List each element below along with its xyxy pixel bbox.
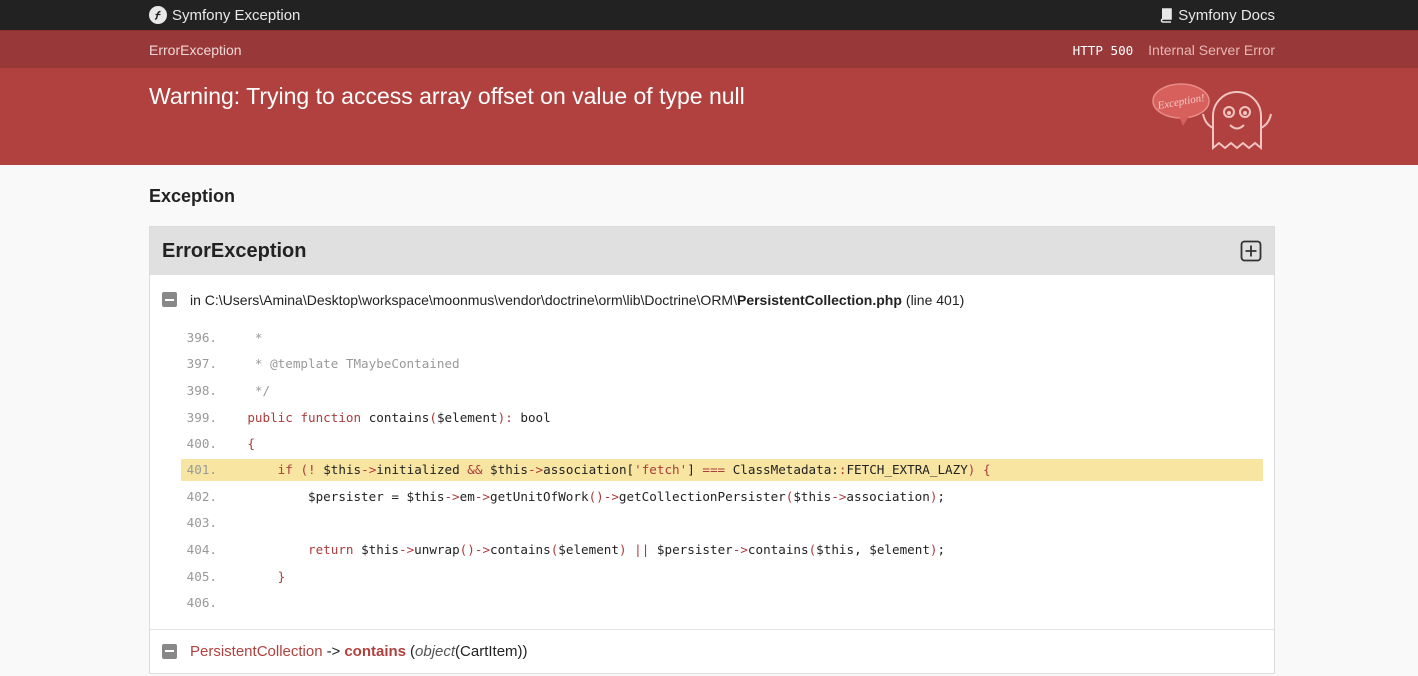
line-number: 406. bbox=[186, 595, 217, 611]
line-number: 403. bbox=[186, 515, 217, 531]
line-number: 396. bbox=[186, 329, 217, 345]
symfony-exception-link[interactable]: Symfony Exception bbox=[149, 6, 300, 24]
code-line: 402. $persister = $this->em->getUnitOfWo… bbox=[186, 483, 1263, 510]
symfony-docs-link[interactable]: Symfony Docs bbox=[1159, 7, 1275, 24]
http-status: HTTP 500 Internal Server Error bbox=[1037, 42, 1275, 58]
trace-file-line: in C:\Users\Amina\Desktop\workspace\moon… bbox=[150, 275, 1274, 313]
status-bar: ErrorException HTTP 500 Internal Server … bbox=[0, 31, 1418, 68]
code-line: 403. bbox=[186, 510, 1263, 537]
trace-class: ErrorException bbox=[162, 239, 307, 262]
file-name: PersistentCollection.php bbox=[736, 291, 902, 308]
code-line: 405. } bbox=[186, 563, 1263, 590]
brand-label: Symfony Exception bbox=[172, 6, 301, 24]
call-method: contains bbox=[344, 642, 407, 660]
http-text: Internal Server Error bbox=[1148, 41, 1275, 58]
code-text: return $this->unwrap()->contains($elemen… bbox=[308, 541, 946, 557]
code-line: 398. */ bbox=[186, 377, 1263, 404]
line-number: 404. bbox=[186, 541, 217, 557]
book-icon bbox=[1161, 7, 1173, 23]
line-number: 405. bbox=[186, 568, 217, 584]
collapse-minus-icon[interactable] bbox=[162, 643, 177, 659]
line-number: 398. bbox=[186, 382, 217, 398]
file-path: C:\Users\Amina\Desktop\workspace\moonmus… bbox=[204, 291, 737, 308]
line-number: 400. bbox=[186, 436, 217, 452]
exception-ghost-icon: Exception! bbox=[1152, 83, 1272, 151]
code-excerpt: 396. * 397. * @template TMaybeContained 39… bbox=[150, 313, 1274, 629]
file-prefix: in bbox=[190, 291, 201, 308]
code-line: 397. * @template TMaybeContained bbox=[186, 351, 1263, 378]
trace-header[interactable]: ErrorException bbox=[150, 227, 1274, 275]
code-text: * bbox=[217, 329, 263, 345]
code-text: { bbox=[247, 436, 255, 452]
code-text: if (! $this->initialized && $this->assoc… bbox=[277, 462, 991, 478]
collapse-minus-icon[interactable] bbox=[162, 292, 177, 307]
call-class: PersistentCollection bbox=[190, 642, 323, 660]
call-arg-type: object bbox=[415, 642, 456, 660]
code-text: } bbox=[277, 568, 286, 584]
code-text: */ bbox=[217, 382, 271, 398]
line-number: 401. bbox=[186, 462, 217, 478]
trace-call-line: PersistentCollection -> contains (object… bbox=[150, 628, 1274, 673]
code-line: 396. * bbox=[186, 324, 1263, 351]
code-text: $persister = $this->em->getUnitOfWork()-… bbox=[217, 488, 946, 504]
trace-panel: ErrorException in C:\Users\Amina\Desktop… bbox=[149, 226, 1275, 674]
code-text: public function contains($element): bool bbox=[247, 409, 551, 425]
exception-summary: ErrorException HTTP 500 Internal Server … bbox=[0, 30, 1418, 165]
docs-label: Symfony Docs bbox=[1178, 6, 1275, 24]
call-arg-class: (CartItem) bbox=[455, 642, 523, 660]
top-bar: Symfony Exception Symfony Docs bbox=[0, 0, 1418, 30]
code-line: 401. if (! $this->initialized && $this->… bbox=[181, 458, 1263, 481]
section-title: Exception bbox=[149, 186, 236, 206]
line-number: 402. bbox=[186, 488, 217, 504]
symfony-logo-icon bbox=[149, 6, 167, 24]
code-line: 399. public function contains($element):… bbox=[186, 404, 1263, 431]
call-args: (object(CartItem)) bbox=[410, 642, 528, 660]
code-line: 404. return $this->unwrap()->contains($e… bbox=[186, 536, 1263, 563]
line-number: 397. bbox=[186, 356, 217, 372]
exception-class-label: ErrorException bbox=[149, 41, 242, 58]
expand-plus-icon[interactable] bbox=[1240, 240, 1262, 262]
line-number: 399. bbox=[186, 409, 217, 425]
code-line: 406. bbox=[186, 589, 1263, 616]
call-arrow: -> bbox=[326, 642, 341, 660]
http-code: HTTP 500 bbox=[1072, 42, 1134, 58]
code-line: 400. { bbox=[186, 430, 1263, 457]
code-text: * @template TMaybeContained bbox=[217, 356, 460, 372]
exception-message: Warning: Trying to access array offset o… bbox=[149, 83, 745, 109]
file-line-number: (line 401) bbox=[905, 291, 965, 308]
